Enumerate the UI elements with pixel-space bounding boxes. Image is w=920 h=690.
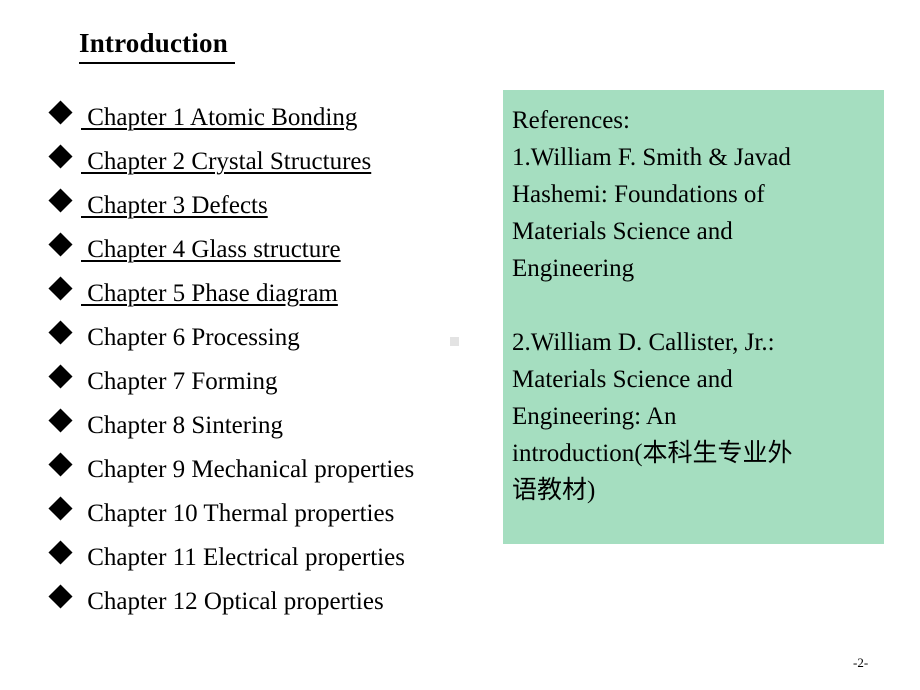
diamond-bullet-icon: [48, 496, 73, 521]
diamond-bullet-icon: [48, 540, 73, 565]
chapter-label: Chapter 9 Mechanical properties: [81, 456, 415, 483]
chapter-list-item[interactable]: Chapter 10 Thermal properties: [48, 496, 512, 540]
diamond-bullet-icon: [48, 408, 73, 433]
slide-canvas: Introduction Chapter 1 Atomic Bonding Ch…: [0, 0, 920, 690]
diamond-bullet-icon: [48, 188, 73, 213]
chapter-label: Chapter 10 Thermal properties: [81, 500, 395, 527]
references-line: Materials Science and: [512, 218, 733, 245]
chapter-list-item[interactable]: Chapter 1 Atomic Bonding: [48, 100, 512, 144]
chapter-list-item[interactable]: Chapter 5 Phase diagram: [48, 276, 512, 320]
stray-mark: [450, 337, 459, 346]
diamond-bullet-icon: [48, 364, 73, 389]
references-line: Materials Science and: [512, 366, 733, 393]
diamond-bullet-icon: [48, 144, 73, 169]
chapter-label: Chapter 5 Phase diagram: [81, 280, 338, 307]
chapter-list-item[interactable]: Chapter 9 Mechanical properties: [48, 452, 512, 496]
references-line: 2.William D. Callister, Jr.:: [512, 329, 775, 356]
chapter-list-item[interactable]: Chapter 3 Defects: [48, 188, 512, 232]
page-title: Introduction: [79, 28, 235, 65]
references-box: References: 1.William F. Smith & Javad Ha…: [503, 90, 884, 544]
references-line: Engineering: An: [512, 403, 677, 430]
chapter-label: Chapter 3 Defects: [81, 192, 268, 219]
chapter-list: Chapter 1 Atomic Bonding Chapter 2 Cryst…: [48, 100, 512, 628]
chapter-label: Chapter 12 Optical properties: [81, 588, 384, 615]
chapter-label: Chapter 1 Atomic Bonding: [81, 104, 358, 131]
chapter-label: Chapter 6 Processing: [81, 324, 300, 351]
references-heading: References:: [512, 107, 630, 134]
chapter-label: Chapter 2 Crystal Structures: [81, 148, 372, 175]
chapter-list-item[interactable]: Chapter 4 Glass structure: [48, 232, 512, 276]
references-line: 语教材): [512, 477, 596, 504]
references-line: Engineering: [512, 255, 635, 282]
references-line: Hashemi: Foundations of: [512, 181, 765, 208]
references-line: introduction(本科生专业外: [512, 440, 793, 467]
diamond-bullet-icon: [48, 100, 73, 125]
diamond-bullet-icon: [48, 276, 73, 301]
references-spacer: [512, 287, 870, 324]
diamond-bullet-icon: [48, 584, 73, 609]
chapter-label: Chapter 4 Glass structure: [81, 236, 341, 263]
chapter-label: Chapter 11 Electrical properties: [81, 544, 405, 571]
chapter-list-item[interactable]: Chapter 12 Optical properties: [48, 584, 512, 628]
chapter-label: Chapter 7 Forming: [81, 368, 278, 395]
chapter-label: Chapter 8 Sintering: [81, 412, 284, 439]
page-number: -2-: [853, 655, 869, 670]
diamond-bullet-icon: [48, 232, 73, 257]
diamond-bullet-icon: [48, 452, 73, 477]
diamond-bullet-icon: [48, 320, 73, 345]
references-line: 1.William F. Smith & Javad: [512, 144, 791, 171]
chapter-list-item[interactable]: Chapter 2 Crystal Structures: [48, 144, 512, 188]
chapter-list-item[interactable]: Chapter 6 Processing: [48, 320, 512, 364]
chapter-list-item[interactable]: Chapter 7 Forming: [48, 364, 512, 408]
references-lines: 1.William F. Smith & Javad Hashemi: Found…: [512, 139, 870, 509]
chapter-list-item[interactable]: Chapter 11 Electrical properties: [48, 540, 512, 584]
chapter-list-item[interactable]: Chapter 8 Sintering: [48, 408, 512, 452]
